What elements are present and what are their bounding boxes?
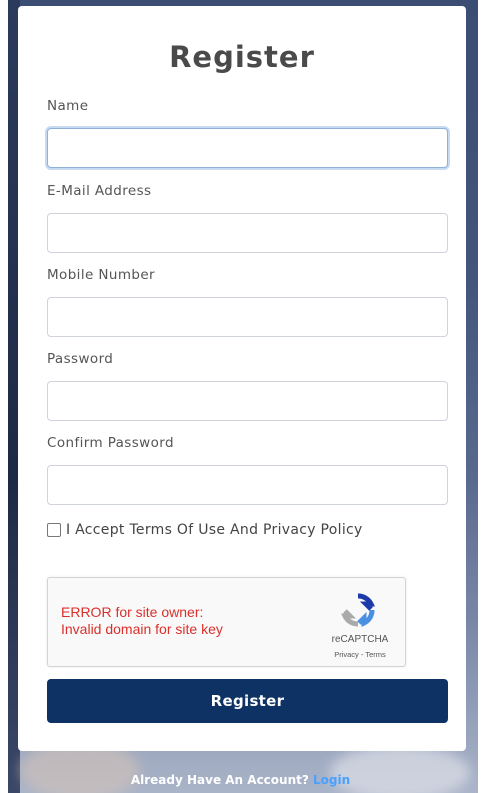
recaptcha-error: ERROR for site owner: Invalid domain for… [61, 604, 223, 638]
name-input[interactable] [47, 128, 448, 168]
name-label: Name [47, 98, 89, 114]
terms-row[interactable]: I Accept Terms Of Use And Privacy Policy [47, 522, 363, 538]
recaptcha-brand: reCAPTCHA [331, 634, 389, 645]
page-title: Register [169, 40, 315, 74]
recaptcha-logo-icon [341, 593, 375, 627]
footer: Already Have An Account? Login [0, 773, 481, 787]
register-button[interactable]: Register [47, 679, 448, 723]
recaptcha-links[interactable]: Privacy - Terms [324, 650, 396, 659]
footer-prompt: Already Have An Account? [130, 773, 309, 787]
mobile-input[interactable] [47, 297, 448, 337]
confirm-password-input[interactable] [47, 465, 448, 505]
register-card: Register Name E-Mail Address Mobile Numb… [18, 6, 466, 751]
terms-label: I Accept Terms Of Use And Privacy Policy [66, 522, 363, 538]
password-input[interactable] [47, 381, 448, 421]
password-label: Password [47, 351, 114, 367]
terms-checkbox[interactable] [47, 523, 61, 537]
email-label: E-Mail Address [47, 183, 152, 199]
email-input[interactable] [47, 213, 448, 253]
recaptcha-error-line2: Invalid domain for site key [61, 621, 223, 637]
recaptcha-widget[interactable]: ERROR for site owner: Invalid domain for… [47, 577, 406, 667]
confirm-password-label: Confirm Password [47, 435, 174, 451]
recaptcha-error-line1: ERROR for site owner: [61, 604, 204, 620]
login-link[interactable]: Login [313, 773, 350, 787]
mobile-label: Mobile Number [47, 267, 156, 283]
